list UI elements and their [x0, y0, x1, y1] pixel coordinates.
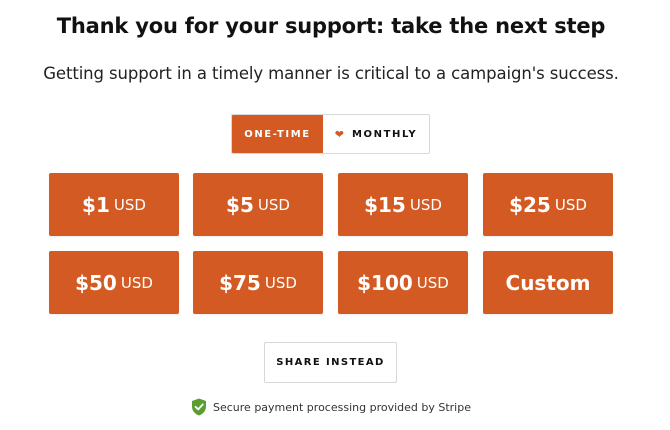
- amount-currency: USD: [120, 273, 153, 292]
- share-instead-button[interactable]: SHARE INSTEAD: [264, 342, 397, 383]
- amount-button-5[interactable]: $5 USD: [193, 173, 323, 236]
- amount-value: $100: [357, 270, 413, 295]
- amount-button-1[interactable]: $1 USD: [49, 173, 179, 236]
- amount-button-100[interactable]: $100 USD: [338, 251, 468, 314]
- share-label: SHARE INSTEAD: [276, 357, 385, 368]
- page-title: Thank you for your support: take the nex…: [56, 14, 606, 38]
- custom-label: Custom: [505, 270, 591, 295]
- amount-value: $15: [364, 192, 406, 217]
- secure-note-text: Secure payment processing provided by St…: [213, 400, 471, 414]
- amount-button-25[interactable]: $25 USD: [483, 173, 613, 236]
- amount-value: $75: [219, 270, 261, 295]
- one-time-option[interactable]: ONE-TIME: [232, 115, 323, 153]
- page-subtitle: Getting support in a timely manner is cr…: [43, 64, 619, 83]
- amount-value: $1: [82, 192, 110, 217]
- secure-payment-note: Secure payment processing provided by St…: [0, 398, 662, 416]
- monthly-option[interactable]: ❤ MONTHLY: [323, 115, 429, 153]
- shield-check-icon: [192, 398, 206, 416]
- amount-button-75[interactable]: $75 USD: [193, 251, 323, 314]
- amount-currency: USD: [113, 195, 146, 214]
- heart-icon: ❤: [334, 127, 344, 141]
- amount-button-50[interactable]: $50 USD: [49, 251, 179, 314]
- amount-currency: USD: [264, 273, 297, 292]
- amount-currency: USD: [409, 195, 442, 214]
- one-time-label: ONE-TIME: [244, 128, 311, 140]
- amount-currency: USD: [257, 195, 290, 214]
- amount-value: $5: [226, 192, 254, 217]
- custom-amount-button[interactable]: Custom: [483, 251, 613, 314]
- amount-value: $25: [509, 192, 551, 217]
- amount-value: $50: [75, 270, 117, 295]
- amount-currency: USD: [554, 195, 587, 214]
- frequency-toggle: ONE-TIME ❤ MONTHLY: [231, 114, 430, 154]
- amount-currency: USD: [416, 273, 449, 292]
- monthly-label: MONTHLY: [351, 128, 418, 140]
- amount-button-15[interactable]: $15 USD: [338, 173, 468, 236]
